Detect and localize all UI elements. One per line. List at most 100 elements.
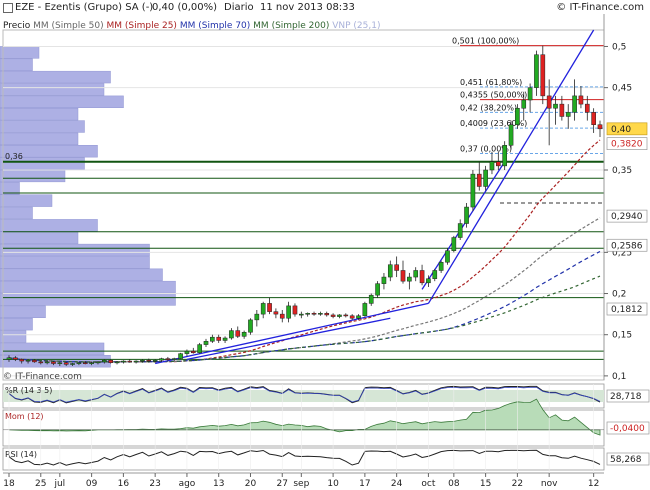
- date-tick-label: 24: [391, 479, 403, 489]
- legend-ma25: MM (Simple 25): [106, 21, 177, 31]
- candle-body: [330, 314, 336, 317]
- candle-body: [483, 169, 488, 187]
- candle-body: [171, 358, 177, 360]
- candle-body: [591, 112, 596, 125]
- williams-panel: %R (14 3 5) 28,718: [2, 383, 650, 409]
- price-label: 0,3820: [611, 140, 643, 150]
- candle-body: [311, 313, 317, 315]
- candle-body: [165, 358, 171, 360]
- candle-body: [13, 357, 18, 360]
- date-tick-label: 10: [327, 479, 339, 489]
- volume-profile-bar: [0, 95, 124, 108]
- volume-profile-bar: [0, 342, 105, 356]
- candle-body: [578, 95, 584, 105]
- date-tick-label: 08: [448, 479, 460, 489]
- header-checkbox[interactable]: [3, 3, 13, 13]
- chart-header: EZE - Ezentis (Grupo) SA (-) 0,40 (0,00%…: [0, 0, 650, 16]
- candle-body: [25, 359, 31, 362]
- volume-profile-bar: [0, 330, 27, 343]
- legend-vnp: VNP (25,1): [332, 21, 381, 31]
- candle-body: [438, 261, 444, 271]
- candle-body: [102, 359, 107, 363]
- candle: [108, 359, 113, 364]
- indicator-panels: %R (14 3 5) 28,718 Mom (12) -0,0400 RSI (14)…: [2, 383, 650, 471]
- candle: [197, 342, 202, 354]
- date-tick-label: 27: [277, 479, 288, 489]
- price-chart[interactable]: 0,36 0,501 (100,00%) 0,451 (61,80%) 0,4355…: [0, 0, 650, 490]
- date-tick-label: 18: [3, 479, 15, 489]
- candle-body: [597, 124, 603, 130]
- volume-profile-bar: [0, 305, 46, 318]
- brand-label: © IT-Finance.com: [556, 2, 644, 13]
- volume-profile-bar: [0, 268, 163, 281]
- candle-body: [407, 276, 412, 282]
- indicator-legend: Precio MM (Simple 50) MM (Simple 25) MM …: [3, 19, 380, 33]
- date-tick-label: nov: [541, 479, 558, 489]
- candle-body: [413, 270, 419, 278]
- candle-body: [32, 359, 37, 363]
- candle-body: [540, 54, 546, 97]
- candle-body: [197, 344, 202, 354]
- volume-profile-bar: [0, 293, 176, 306]
- candle-body: [502, 145, 507, 167]
- candle-body: [489, 161, 495, 171]
- candle: [502, 141, 507, 170]
- panel-value: 58,268: [610, 455, 642, 465]
- volume-profile-bar: [0, 206, 33, 220]
- candle-body: [44, 361, 50, 364]
- volume-profile-bar: [0, 107, 79, 121]
- last-price: 0,40 (0,00%): [152, 2, 218, 13]
- volume-profile-bar: [0, 219, 98, 232]
- panel-label: RSI (14): [5, 450, 37, 459]
- price-tick-label: 0,2: [612, 290, 626, 300]
- volume-profile-bar: [0, 70, 111, 84]
- candle-body: [229, 330, 234, 339]
- candle-body: [324, 313, 330, 316]
- volume-profile-bar: [0, 46, 40, 59]
- panel-value: -0,0400: [610, 424, 645, 434]
- candle-body: [394, 264, 399, 271]
- price-label: 0,1812: [611, 305, 643, 315]
- volume-profile-bar: [0, 120, 85, 133]
- date-tick-label: oct: [421, 479, 435, 489]
- candle-body: [216, 336, 222, 341]
- candle-body: [114, 361, 120, 364]
- candle-body: [432, 270, 438, 279]
- volume-profile-bar: [0, 58, 33, 71]
- volume-profile-bar: [0, 243, 150, 257]
- candle-body: [553, 103, 558, 109]
- candle-body: [95, 361, 101, 364]
- candle-body: [508, 124, 514, 146]
- candle-body: [178, 353, 183, 359]
- date-tick-label: 23: [149, 479, 160, 489]
- date-tick-label: 25: [35, 479, 46, 489]
- candle-body: [140, 359, 145, 362]
- date-tick-label: 16: [118, 479, 130, 489]
- candle: [375, 281, 380, 298]
- candle-body: [343, 314, 349, 317]
- volume-profile-bar: [0, 194, 53, 207]
- candle-body: [267, 303, 272, 312]
- candle-body: [534, 54, 539, 88]
- candle-body: [292, 305, 298, 315]
- candle: [178, 352, 183, 360]
- candle-body: [565, 112, 571, 117]
- candle-body: [476, 173, 482, 187]
- legend-ma200: MM (Simple 200): [253, 21, 330, 31]
- candle-body: [89, 362, 94, 364]
- candle-body: [445, 250, 450, 263]
- candle-body: [6, 357, 12, 360]
- rsi-panel: RSI (14) 58,268: [2, 447, 650, 471]
- candle-body: [133, 360, 139, 363]
- candle-body: [286, 305, 291, 319]
- candle-body: [241, 331, 247, 337]
- candle-body: [51, 361, 56, 364]
- candle-body: [210, 336, 215, 342]
- legend-ma70: MM (Simple 70): [179, 21, 251, 31]
- price-label: 0,40: [611, 125, 631, 135]
- candle-body: [356, 315, 361, 319]
- price-label: 0,2940: [611, 212, 643, 222]
- date-tick-label: 13: [213, 479, 224, 489]
- candle-body: [559, 103, 565, 117]
- candle-body: [387, 264, 393, 278]
